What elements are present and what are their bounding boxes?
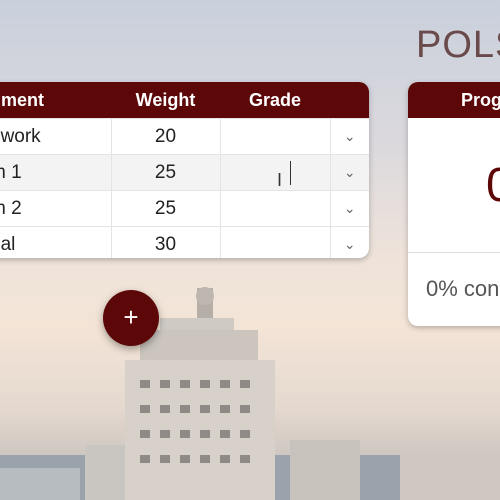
table-row: ework 20 ⌄: [0, 118, 369, 155]
grade-table: nment Weight Grade ework 20 ⌄ m 1 25 ⌄ m…: [0, 82, 369, 258]
progress-text: 0% con: [426, 276, 500, 301]
page-title: POLS: [416, 24, 500, 66]
assignment-cell: m 1: [0, 154, 112, 191]
grade-table-card: nment Weight Grade ework 20 ⌄ m 1 25 ⌄ m…: [0, 82, 369, 258]
table-row: m 2 25 ⌄: [0, 190, 369, 227]
table-row: nal 30 ⌄: [0, 226, 369, 258]
column-header-assignment: nment: [0, 82, 111, 119]
chevron-down-icon[interactable]: ⌄: [330, 190, 369, 227]
progress-divider: [408, 252, 500, 253]
table-row: m 1 25 ⌄: [0, 154, 369, 191]
chevron-down-icon[interactable]: ⌄: [330, 154, 369, 191]
progress-card: Prog 0 0% con: [408, 82, 500, 326]
column-header-actions: [330, 82, 369, 119]
progress-header: Prog: [408, 82, 500, 118]
chevron-down-icon[interactable]: ⌄: [330, 226, 369, 258]
text-cursor: [289, 160, 291, 185]
ibeam-cursor-icon: I: [277, 170, 283, 190]
grade-input[interactable]: [220, 154, 331, 191]
weight-cell[interactable]: 25: [111, 154, 221, 191]
grade-input[interactable]: [220, 190, 331, 227]
chevron-down-icon[interactable]: ⌄: [330, 118, 369, 155]
assignment-cell: ework: [0, 118, 112, 155]
grade-input[interactable]: [220, 118, 331, 155]
weight-cell[interactable]: 25: [111, 190, 221, 227]
progress-value: 0: [486, 159, 500, 212]
assignment-cell: nal: [0, 226, 112, 258]
assignment-cell: m 2: [0, 190, 112, 227]
grade-input[interactable]: [220, 226, 331, 258]
column-header-grade: Grade: [220, 82, 330, 119]
add-assignment-button[interactable]: +: [103, 290, 159, 346]
weight-cell[interactable]: 30: [111, 226, 221, 258]
weight-cell[interactable]: 20: [111, 118, 221, 155]
column-header-weight: Weight: [111, 82, 220, 119]
